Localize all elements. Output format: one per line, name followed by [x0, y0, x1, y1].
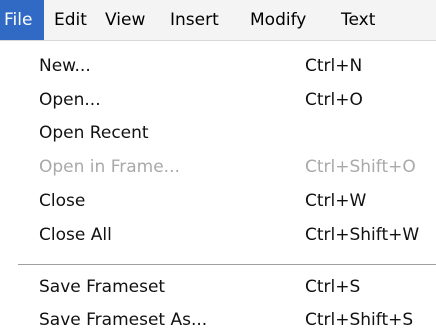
- menu-bar: File Edit View Insert Modify Text: [0, 0, 436, 41]
- menu-item-shortcut: Ctrl+W: [305, 191, 367, 211]
- menu-item-open[interactable]: Open... Ctrl+O: [0, 83, 436, 117]
- menu-view[interactable]: View: [105, 0, 145, 40]
- menu-item-open-in-frame: Open in Frame... Ctrl+Shift+O: [0, 150, 436, 184]
- menu-item-shortcut: Ctrl+Shift+O: [305, 157, 416, 177]
- menu-item-close[interactable]: Close Ctrl+W: [0, 184, 436, 218]
- menu-item-shortcut: Ctrl+Shift+S: [305, 310, 414, 330]
- menu-file[interactable]: File: [0, 0, 44, 40]
- menu-item-label: Close: [39, 191, 86, 211]
- menu-item-label: Open...: [39, 90, 101, 110]
- menu-item-label: Open in Frame...: [39, 157, 180, 177]
- menu-modify[interactable]: Modify: [250, 0, 306, 40]
- menu-item-shortcut: Ctrl+Shift+W: [305, 225, 420, 245]
- menu-item-save-frameset[interactable]: Save Frameset Ctrl+S: [0, 270, 436, 304]
- menu-item-shortcut: Ctrl+S: [305, 277, 361, 297]
- menu-item-save-frameset-as[interactable]: Save Frameset As... Ctrl+Shift+S: [0, 303, 436, 332]
- menu-item-label: Save Frameset: [39, 277, 166, 297]
- menu-edit[interactable]: Edit: [54, 0, 87, 40]
- menu-text[interactable]: Text: [341, 0, 375, 40]
- menu-item-open-recent[interactable]: Open Recent: [0, 116, 436, 150]
- menu-item-label: New...: [39, 56, 91, 76]
- app-window: File Edit View Insert Modify Text New...…: [0, 0, 436, 332]
- menu-insert[interactable]: Insert: [170, 0, 219, 40]
- menu-item-shortcut: Ctrl+N: [305, 56, 363, 76]
- menu-separator: [18, 264, 436, 266]
- menu-item-close-all[interactable]: Close All Ctrl+Shift+W: [0, 218, 436, 252]
- menu-item-shortcut: Ctrl+O: [305, 90, 363, 110]
- menu-item-label: Save Frameset As...: [39, 310, 208, 330]
- file-dropdown-menu: New... Ctrl+N Open... Ctrl+O Open Recent…: [0, 41, 436, 332]
- menu-item-label: Open Recent: [39, 123, 149, 143]
- menu-item-label: Close All: [39, 225, 112, 245]
- menu-item-new[interactable]: New... Ctrl+N: [0, 49, 436, 83]
